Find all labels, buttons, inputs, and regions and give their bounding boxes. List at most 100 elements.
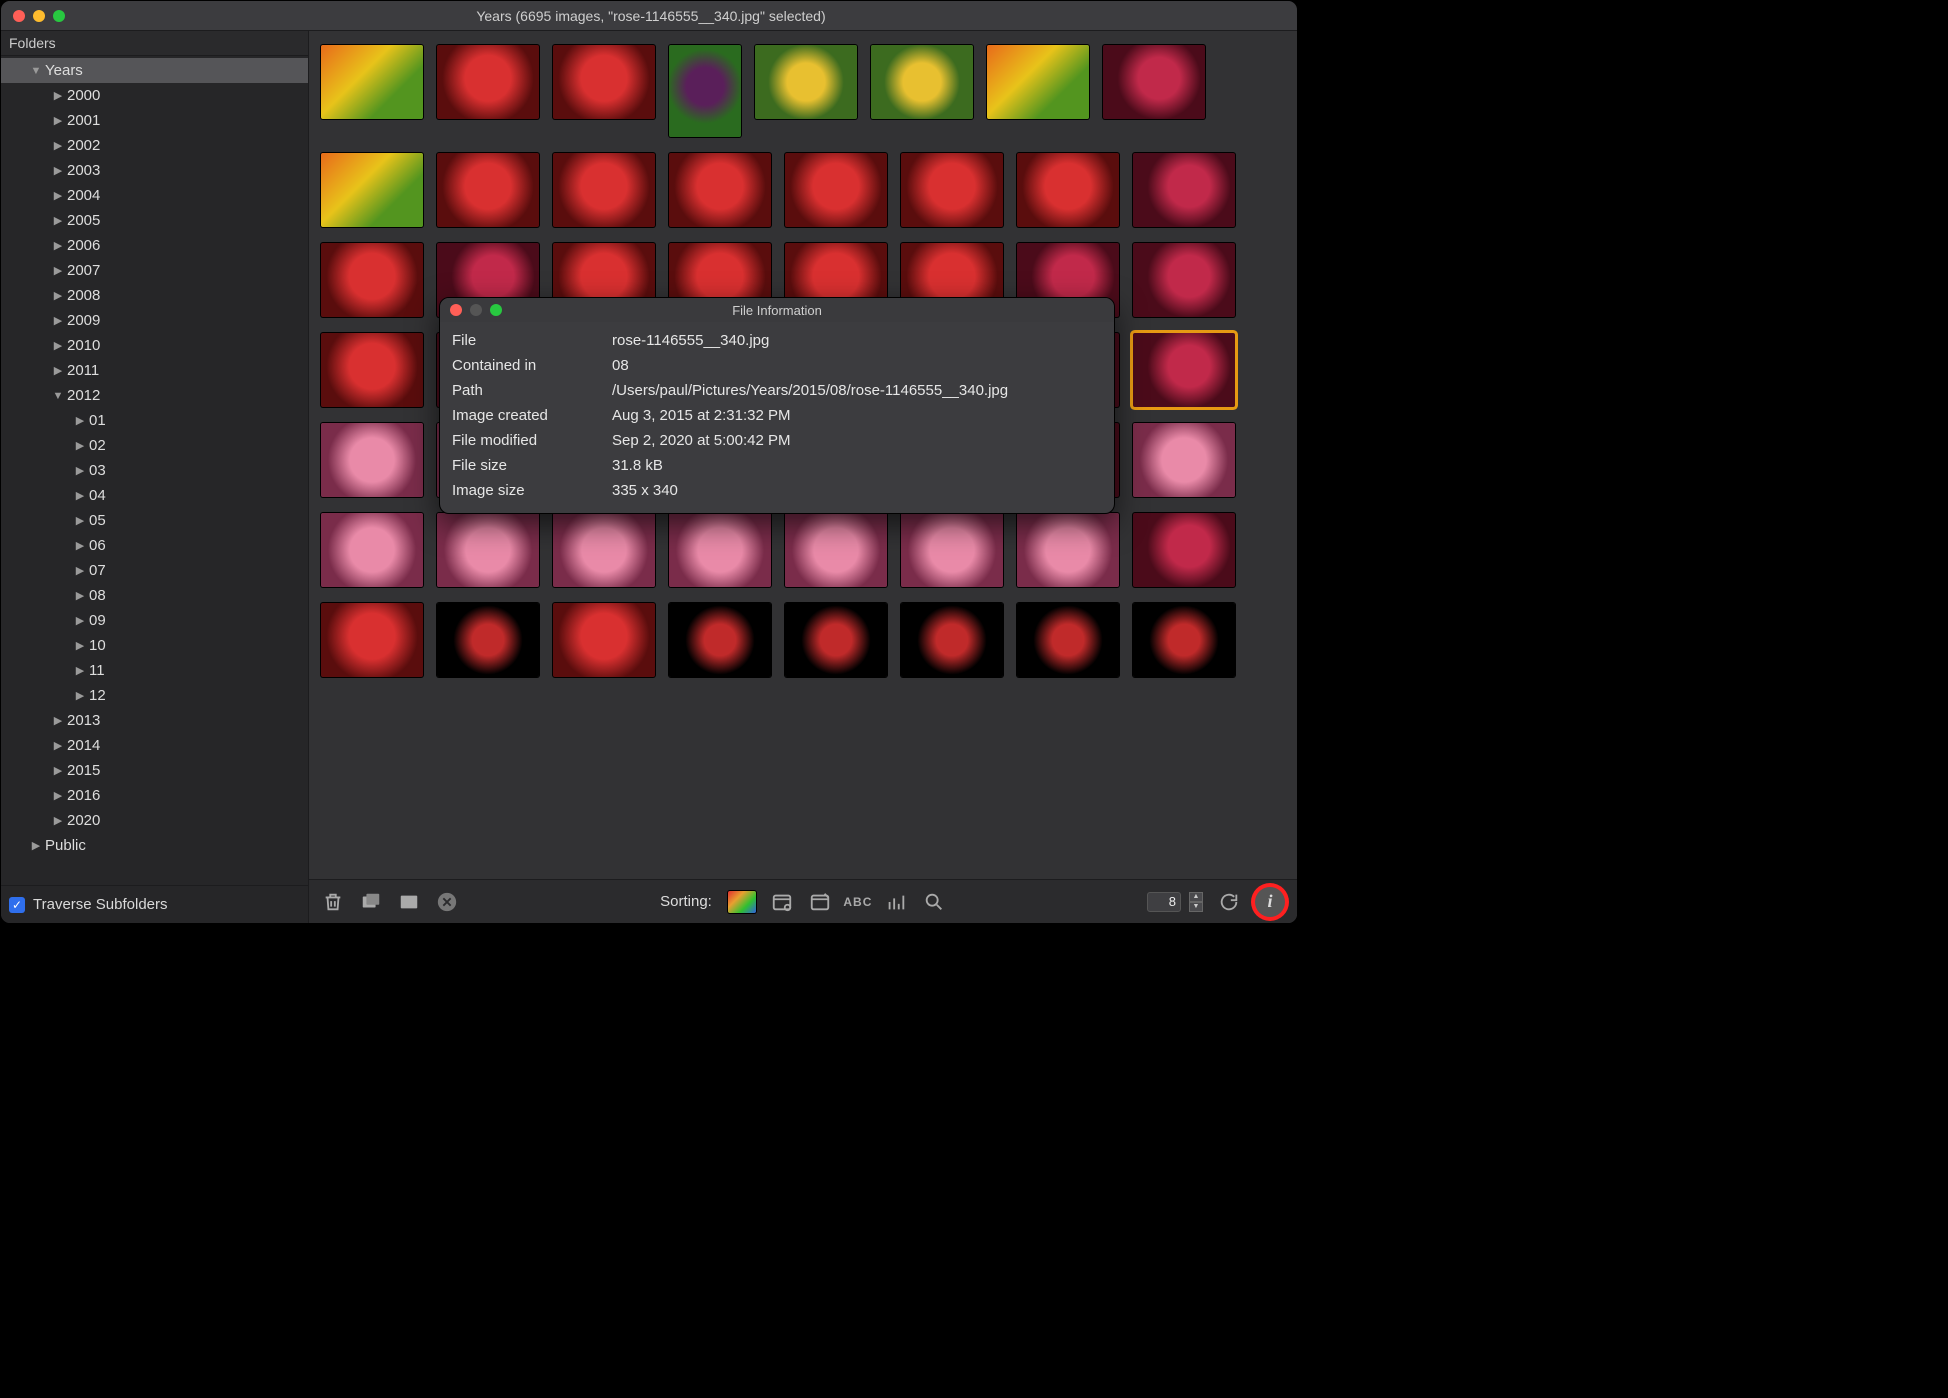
chevron-right-icon[interactable] (51, 814, 65, 827)
tree-row[interactable]: 05 (1, 508, 308, 533)
thumbnail[interactable] (669, 153, 771, 227)
thumbnail[interactable] (553, 603, 655, 677)
chevron-right-icon[interactable] (51, 114, 65, 127)
chevron-down-icon[interactable] (51, 390, 65, 402)
chevron-right-icon[interactable] (51, 739, 65, 752)
sort-by-color-icon[interactable] (728, 891, 756, 913)
chevron-right-icon[interactable] (51, 764, 65, 777)
tree-row[interactable]: 10 (1, 633, 308, 658)
chevron-right-icon[interactable] (51, 164, 65, 177)
thumbnail[interactable] (1133, 333, 1235, 407)
thumbnail[interactable] (669, 45, 741, 137)
traverse-subfolders-checkbox[interactable]: ✓ (9, 897, 25, 913)
chevron-right-icon[interactable] (73, 689, 87, 702)
chevron-right-icon[interactable] (51, 89, 65, 102)
tree-row[interactable]: 04 (1, 483, 308, 508)
columns-stepper[interactable]: ▲▼ (1189, 892, 1203, 912)
thumbnail[interactable] (871, 45, 973, 119)
thumbnail[interactable] (785, 153, 887, 227)
tree-row[interactable]: 02 (1, 433, 308, 458)
tree-row[interactable]: 2009 (1, 308, 308, 333)
tree-row[interactable]: 12 (1, 683, 308, 708)
chevron-right-icon[interactable] (51, 214, 65, 227)
thumbnail[interactable] (437, 603, 539, 677)
search-icon[interactable] (922, 890, 946, 914)
tree-row[interactable]: 2004 (1, 183, 308, 208)
titlebar[interactable]: Years (6695 images, "rose-1146555__340.j… (1, 1, 1297, 31)
tree-row[interactable]: 2006 (1, 233, 308, 258)
thumbnail[interactable] (1133, 243, 1235, 317)
thumbnail[interactable] (785, 513, 887, 587)
sort-by-capture-date-icon[interactable] (770, 890, 794, 914)
thumbnail[interactable] (901, 513, 1003, 587)
chevron-right-icon[interactable] (51, 714, 65, 727)
chevron-right-icon[interactable] (73, 614, 87, 627)
thumbnail[interactable] (437, 513, 539, 587)
tree-row[interactable]: 03 (1, 458, 308, 483)
thumbnail[interactable] (321, 243, 423, 317)
tree-row[interactable]: 2002 (1, 133, 308, 158)
thumbnail[interactable] (437, 45, 539, 119)
thumbnail[interactable] (1103, 45, 1205, 119)
info-titlebar[interactable]: File Information (440, 298, 1114, 322)
zoom-icon[interactable] (53, 10, 65, 22)
tree-row[interactable]: 2000 (1, 83, 308, 108)
tree-row[interactable]: 11 (1, 658, 308, 683)
chevron-right-icon[interactable] (51, 139, 65, 152)
tree-row[interactable]: 2016 (1, 783, 308, 808)
thumbnail[interactable] (669, 513, 771, 587)
chevron-right-icon[interactable] (51, 364, 65, 377)
chevron-down-icon[interactable] (29, 65, 43, 77)
folder-tree[interactable]: Years20002001200220032004200520062007200… (1, 56, 308, 885)
sort-by-modified-date-icon[interactable] (808, 890, 832, 914)
thumbnail[interactable] (321, 153, 423, 227)
thumbnail[interactable] (1133, 423, 1235, 497)
minimize-icon[interactable] (33, 10, 45, 22)
thumbnail[interactable] (901, 603, 1003, 677)
chevron-right-icon[interactable] (73, 489, 87, 502)
chevron-right-icon[interactable] (73, 514, 87, 527)
file-information-panel[interactable]: File Information Filerose-1146555__340.j… (439, 297, 1115, 514)
chevron-right-icon[interactable] (51, 239, 65, 252)
tree-row[interactable]: 2007 (1, 258, 308, 283)
tree-row[interactable]: 2011 (1, 358, 308, 383)
tree-row[interactable]: 2020 (1, 808, 308, 833)
tree-row[interactable]: 2013 (1, 708, 308, 733)
stack-icon[interactable] (359, 890, 383, 914)
chevron-right-icon[interactable] (51, 339, 65, 352)
chevron-right-icon[interactable] (29, 839, 43, 852)
thumbnail[interactable] (987, 45, 1089, 119)
sort-by-name-icon[interactable]: ABC (846, 890, 870, 914)
tree-row[interactable]: 2005 (1, 208, 308, 233)
tree-row[interactable]: 2008 (1, 283, 308, 308)
tree-row[interactable]: Years (1, 58, 308, 83)
close-icon[interactable] (13, 10, 25, 22)
thumbnail[interactable] (1133, 153, 1235, 227)
thumbnail[interactable] (1133, 603, 1235, 677)
chevron-right-icon[interactable] (73, 439, 87, 452)
clear-icon[interactable] (435, 890, 459, 914)
chevron-right-icon[interactable] (51, 314, 65, 327)
thumbnail[interactable] (785, 603, 887, 677)
thumbnail[interactable] (755, 45, 857, 119)
chevron-right-icon[interactable] (51, 289, 65, 302)
info-button[interactable]: i (1255, 887, 1285, 917)
tree-row[interactable]: 01 (1, 408, 308, 433)
tree-row[interactable]: Public (1, 833, 308, 858)
thumbnail[interactable] (553, 513, 655, 587)
trash-icon[interactable] (321, 890, 345, 914)
thumbnail[interactable] (437, 153, 539, 227)
chevron-right-icon[interactable] (73, 589, 87, 602)
thumbnail[interactable] (553, 45, 655, 119)
thumbnail[interactable] (901, 153, 1003, 227)
tree-row[interactable]: 2015 (1, 758, 308, 783)
chevron-right-icon[interactable] (51, 264, 65, 277)
thumbnail[interactable] (321, 45, 423, 119)
thumbnail[interactable] (553, 153, 655, 227)
tree-row[interactable]: 06 (1, 533, 308, 558)
thumbnail[interactable] (1017, 513, 1119, 587)
chevron-right-icon[interactable] (51, 789, 65, 802)
chevron-right-icon[interactable] (73, 539, 87, 552)
tree-row[interactable]: 2012 (1, 383, 308, 408)
sort-by-size-icon[interactable] (884, 890, 908, 914)
